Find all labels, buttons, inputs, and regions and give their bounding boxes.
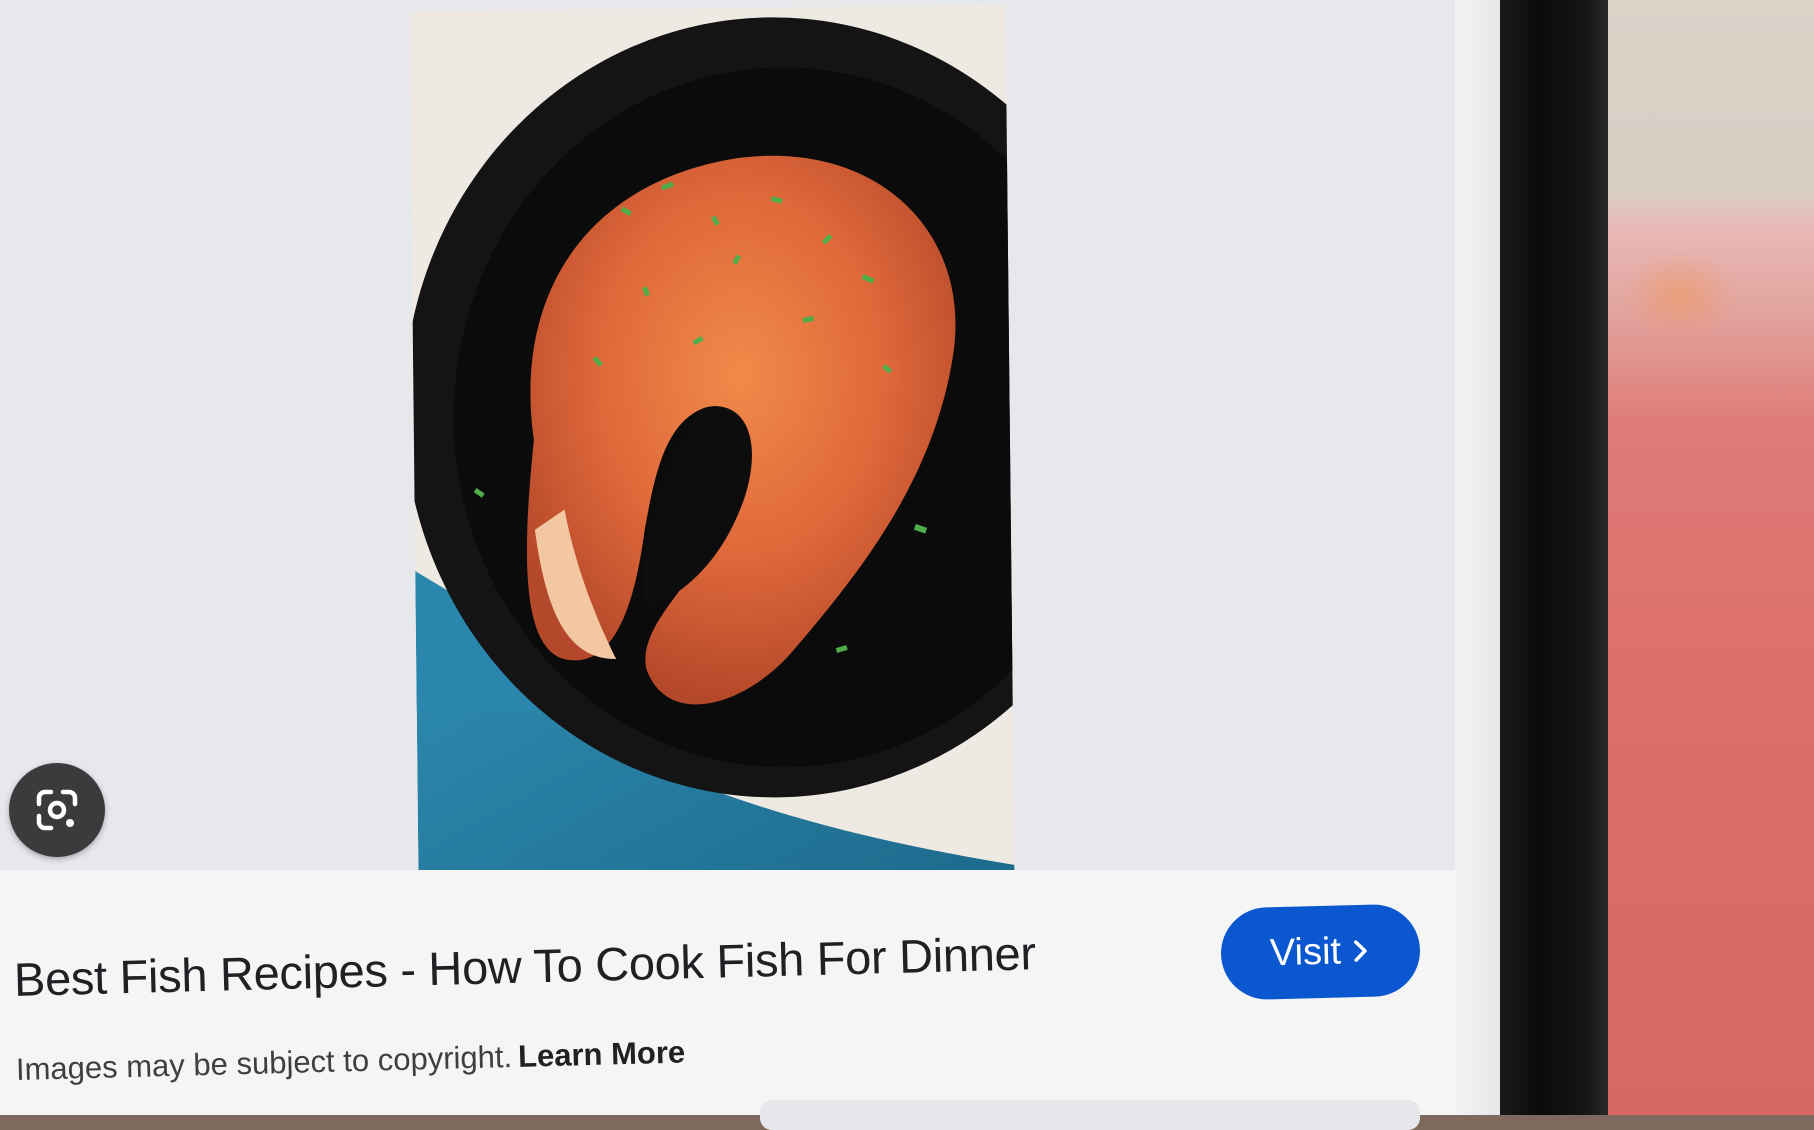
chevron-right-icon	[1354, 940, 1367, 962]
google-lens-button[interactable]	[9, 763, 105, 857]
screen: Best Fish Recipes - How To Cook Fish For…	[0, 0, 1500, 1130]
result-image[interactable]	[409, 4, 1015, 890]
background-wall	[1600, 0, 1814, 1115]
google-lens-icon	[36, 789, 78, 831]
visit-button[interactable]: Visit	[1219, 903, 1422, 1001]
scrollbar-track	[1455, 0, 1500, 1115]
salmon-steak-photo	[409, 4, 1015, 890]
monitor-bezel	[1496, 0, 1608, 1115]
visit-button-label: Visit	[1269, 929, 1342, 974]
learn-more-link[interactable]: Learn More	[518, 1034, 686, 1073]
image-preview-area	[0, 0, 1455, 890]
next-section-edge	[760, 1100, 1420, 1130]
